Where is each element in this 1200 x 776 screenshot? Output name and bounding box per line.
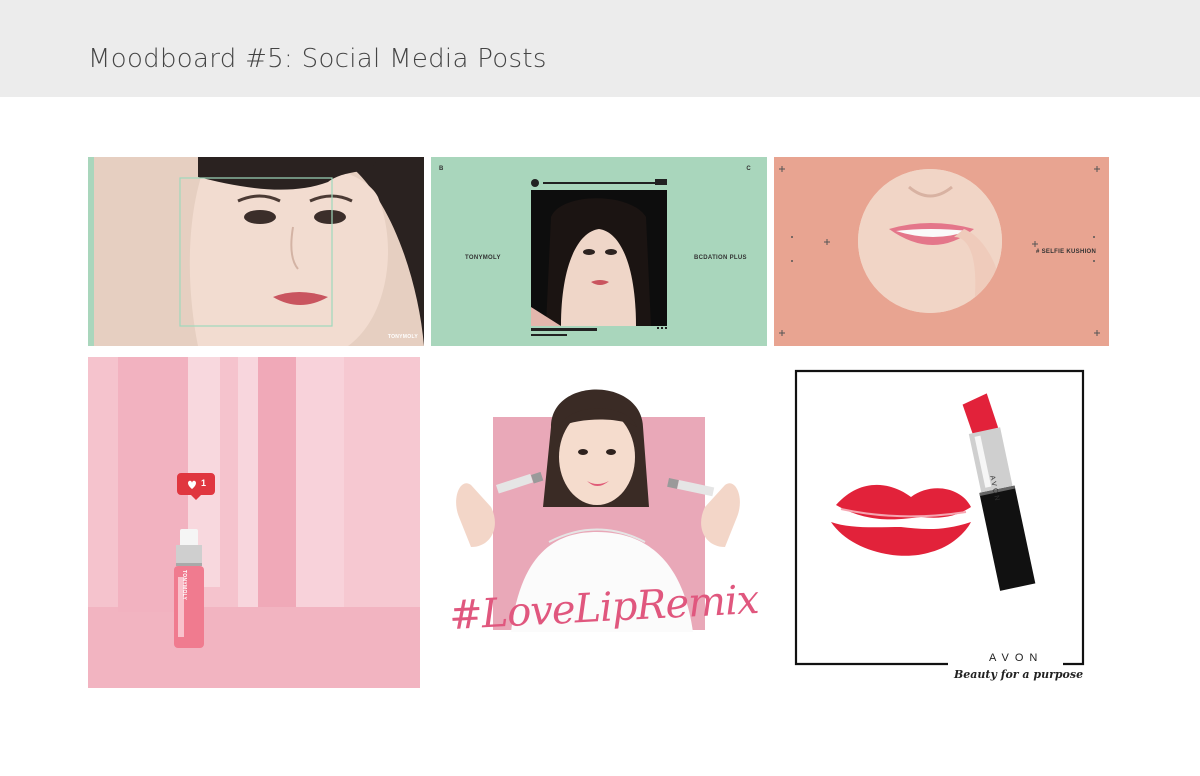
- pink-serum-scene: [88, 357, 420, 688]
- moodboard-tile-mint-frame: B C TONYMOLY BCDATION PLUS: [431, 157, 767, 346]
- lip-remix-scene: [431, 357, 767, 688]
- moodboard-tile-portrait: TONYMOLY: [88, 157, 424, 346]
- avon-tagline: Beauty for a purpose: [954, 668, 1084, 681]
- bottle-brand: TONYMOLY: [181, 570, 187, 601]
- tile1-brand: TONYMOLY: [387, 334, 418, 340]
- tile2-corner-left: B: [439, 166, 444, 172]
- moodboard-tile-lip-remix: #LoveLipRemix: [431, 357, 767, 688]
- moodboard-tile-avon: AVON AVON Beauty for a purpose: [781, 357, 1093, 688]
- tile2-corner-right: C: [746, 166, 751, 172]
- page-title: Moodboard #5: Social Media Posts: [88, 44, 547, 74]
- moodboard-tile-salmon-circle: # SELFIE KUSHION: [774, 157, 1109, 346]
- like-count: 1: [201, 478, 207, 488]
- portrait-image: [88, 157, 424, 346]
- avon-scene: [781, 357, 1093, 688]
- tile3-label: # SELFIE KUSHION: [1036, 249, 1097, 255]
- header-bar: Moodboard #5: Social Media Posts: [0, 0, 1200, 97]
- mint-frame-graphic: [431, 157, 767, 346]
- moodboard-tile-pink-serum: 1 TONYMOLY: [88, 357, 420, 688]
- avon-logo: AVON: [989, 652, 1044, 664]
- tile2-left-brand: TONYMOLY: [465, 255, 501, 261]
- tile2-right-text: BCDATION PLUS: [694, 255, 747, 261]
